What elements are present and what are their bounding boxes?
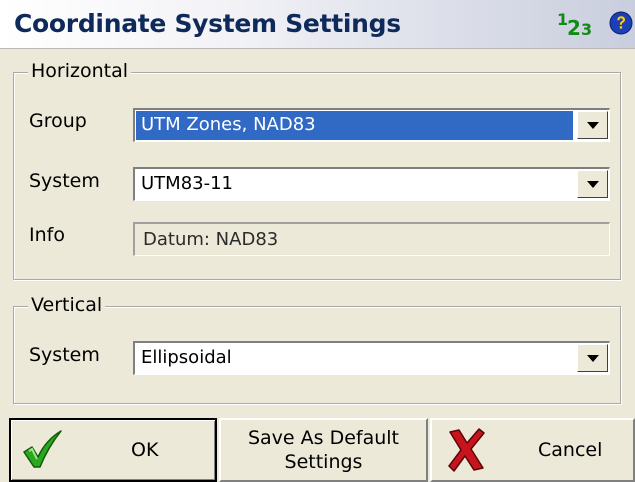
save-default-label-line2: Settings [284, 451, 363, 473]
vertical-system-dropdown[interactable]: Ellipsoidal [133, 341, 610, 375]
horizontal-system-value: UTM83-11 [141, 173, 234, 194]
vertical-legend: Vertical [28, 294, 106, 316]
cancel-label: Cancel [538, 439, 603, 461]
cancel-button[interactable]: Cancel [430, 418, 635, 482]
horizontal-system-dropdown-arrow[interactable] [577, 170, 608, 198]
chevron-down-icon [587, 355, 599, 362]
numeric-icon-digit: 2 [567, 16, 581, 40]
group-dropdown-arrow[interactable] [577, 111, 608, 139]
title-bar: Coordinate System Settings 1 2 3 [0, 0, 635, 49]
help-icon[interactable] [609, 11, 633, 35]
window-title: Coordinate System Settings [14, 9, 401, 38]
group-dropdown-value: UTM Zones, NAD83 [141, 114, 316, 135]
numeric-keypad-icon[interactable]: 1 2 3 [557, 10, 599, 40]
group-label: Group [29, 110, 87, 132]
vertical-system-label: System [29, 344, 100, 366]
chevron-down-icon [587, 181, 599, 188]
checkmark-icon [21, 430, 63, 474]
system-label: System [29, 170, 100, 192]
info-label: Info [29, 224, 65, 246]
ok-label: OK [131, 439, 159, 461]
horizontal-system-dropdown[interactable]: UTM83-11 [133, 167, 610, 201]
chevron-down-icon [587, 122, 599, 129]
save-default-label-line1: Save As Default [247, 427, 400, 449]
group-dropdown[interactable]: UTM Zones, NAD83 [133, 108, 610, 142]
vertical-system-value: Ellipsoidal [141, 347, 232, 368]
save-as-default-button[interactable]: Save As Default Settings [219, 418, 428, 482]
info-field: Datum: NAD83 [133, 222, 610, 256]
numeric-icon-digit: 3 [581, 20, 593, 39]
info-value: Datum: NAD83 [143, 229, 279, 250]
cancel-x-icon [446, 428, 488, 476]
horizontal-legend: Horizontal [28, 60, 132, 82]
ok-button[interactable]: OK [9, 418, 217, 482]
vertical-system-dropdown-arrow[interactable] [577, 344, 608, 372]
